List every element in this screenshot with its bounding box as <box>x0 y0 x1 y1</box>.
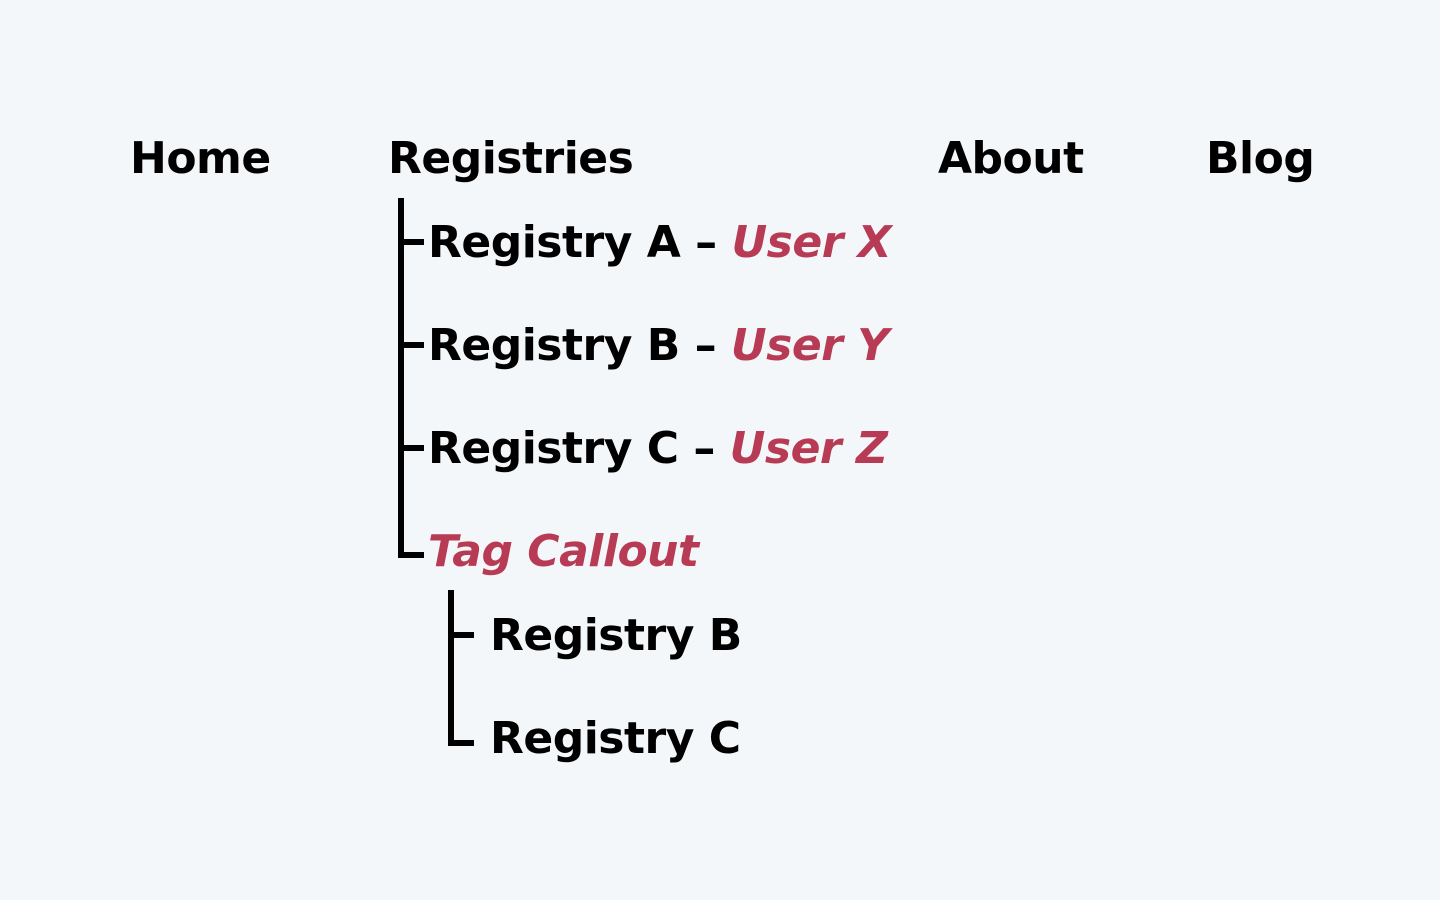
separator: – <box>695 217 717 268</box>
registry-user: User Y <box>730 320 889 371</box>
menu-item-registry-c[interactable]: Registry C – User Z <box>428 422 888 476</box>
tree-branch-tick <box>398 342 424 348</box>
separator: – <box>693 423 715 474</box>
registry-user: User X <box>731 217 892 268</box>
tree-branch-corner <box>398 552 424 558</box>
separator: – <box>694 320 717 371</box>
tree-branch-tick <box>398 445 424 451</box>
subtree-vertical-line <box>448 590 454 746</box>
menu-item-tag-callout[interactable]: Tag Callout <box>428 525 699 579</box>
registry-user: User Z <box>729 423 888 474</box>
tree-vertical-line <box>398 198 404 558</box>
subtree-branch-corner <box>448 740 474 746</box>
menu-item-registry-a[interactable]: Registry A – User X <box>428 216 892 270</box>
submenu-item-registry-b[interactable]: Registry B <box>490 609 742 663</box>
registry-name: Registry B <box>428 320 680 371</box>
nav-registries[interactable]: Registries <box>388 132 634 186</box>
registry-name: Registry C <box>428 423 679 474</box>
subtree-branch-tick <box>448 632 474 638</box>
nav-blog[interactable]: Blog <box>1206 132 1315 186</box>
nav-about[interactable]: About <box>938 132 1084 186</box>
nav-home[interactable]: Home <box>130 132 271 186</box>
registry-name: Registry A <box>428 217 681 268</box>
submenu-item-registry-c[interactable]: Registry C <box>490 712 741 766</box>
menu-item-registry-b[interactable]: Registry B – User Y <box>428 319 889 373</box>
tree-branch-tick <box>398 239 424 245</box>
